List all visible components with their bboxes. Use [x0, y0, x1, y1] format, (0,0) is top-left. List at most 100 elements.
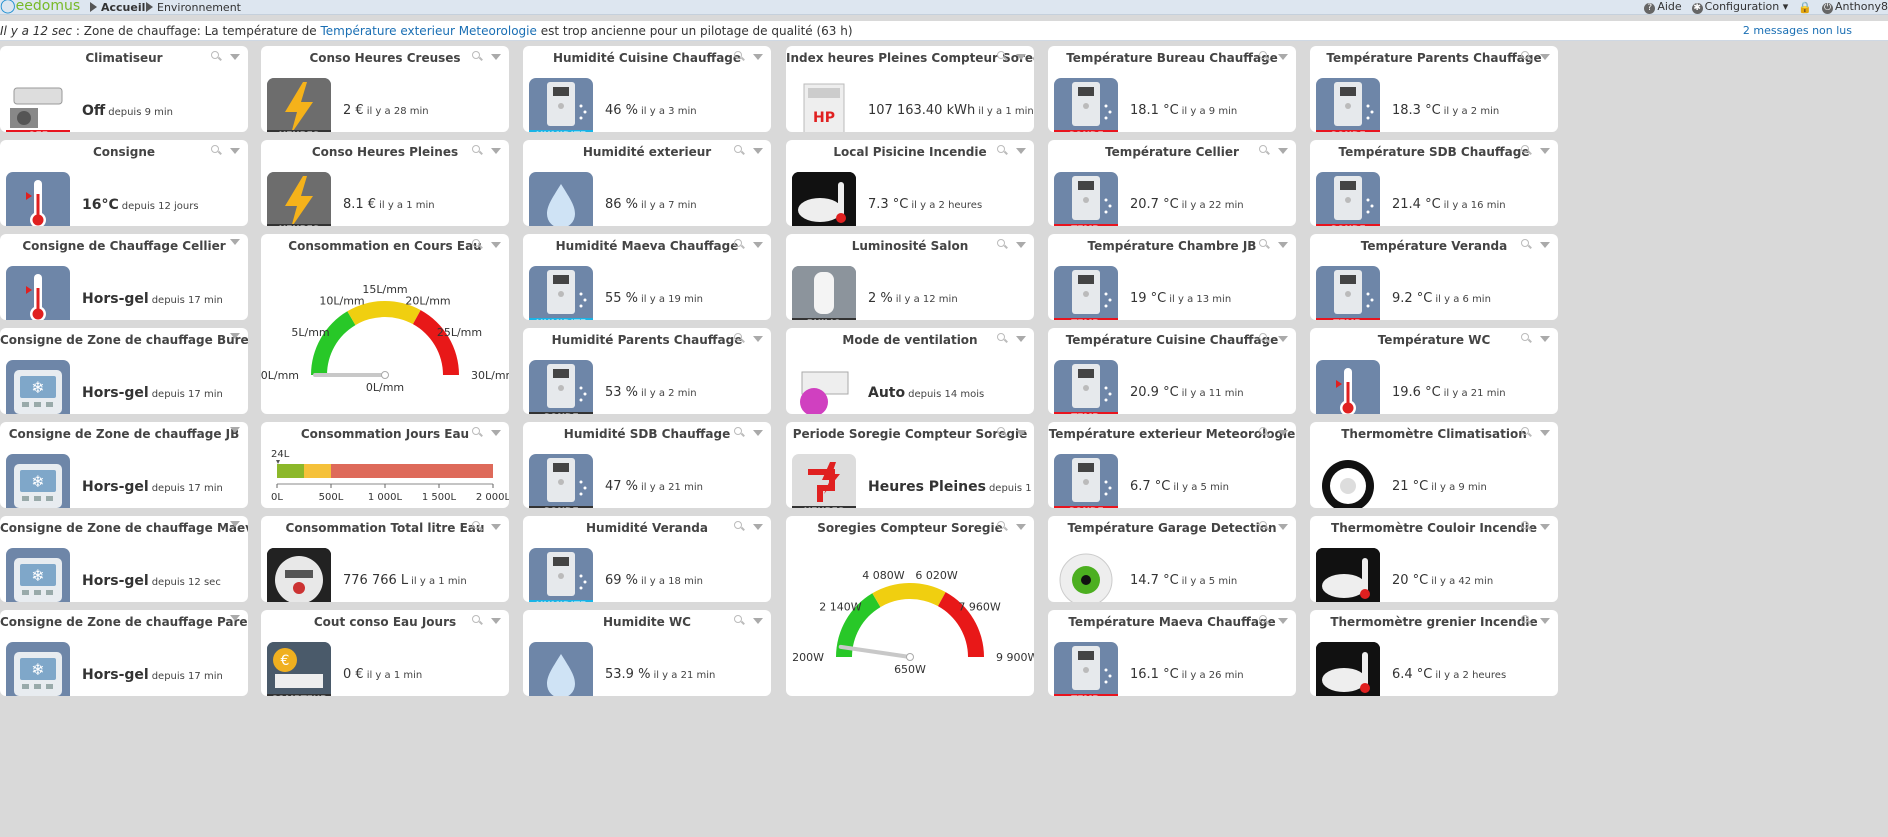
lightning-icon[interactable]: HEURES CREUSES — [267, 78, 331, 132]
device-tile-thermo-clim[interactable]: Thermomètre Climatisation 21 °C il y a 9 … — [1310, 422, 1558, 508]
sensor-icon[interactable]: SONDE TEMP. — [1054, 78, 1118, 132]
search-icon[interactable] — [734, 521, 745, 532]
chevron-down-icon[interactable] — [1016, 147, 1026, 154]
meter-hp-icon[interactable]: HP — [792, 78, 856, 132]
round-sensor-icon[interactable] — [1316, 454, 1380, 508]
device-tile-hum-ext[interactable]: Humidité exterieur 86 % il y a 7 min — [523, 140, 771, 226]
search-icon[interactable] — [1259, 427, 1270, 438]
sensor-icon[interactable]: TEMP. — [1054, 642, 1118, 696]
message-device-link[interactable]: Température exterieur Meteorologie — [321, 24, 537, 38]
device-tile-hum-wc[interactable]: Humidite WC 53.9 % il y a 21 min — [523, 610, 771, 696]
device-tile-consigne-parents[interactable]: Consigne de Zone de chauffage Parents ❄ … — [0, 610, 248, 696]
search-icon[interactable] — [1521, 521, 1532, 532]
chevron-down-icon[interactable] — [491, 53, 501, 60]
device-tile-temp-bureau[interactable]: Température Bureau Chauffage SONDE TEMP.… — [1048, 46, 1296, 132]
device-tile-mode-ventil[interactable]: Mode de ventilation Auto depuis 14 mois — [786, 328, 1034, 414]
chevron-down-icon[interactable] — [1278, 617, 1288, 624]
smoke-detector-icon[interactable] — [1316, 642, 1380, 696]
search-icon[interactable] — [472, 521, 483, 532]
euro-meter-icon[interactable]: € COMPTEUR EAU — [267, 642, 331, 696]
chevron-down-icon[interactable] — [230, 53, 240, 60]
chevron-down-icon[interactable] — [753, 335, 763, 342]
plug-icon[interactable]: HEURES PLEINES — [792, 454, 856, 508]
chevron-down-icon[interactable] — [230, 147, 240, 154]
chevron-down-icon[interactable] — [1540, 147, 1550, 154]
search-icon[interactable] — [1259, 51, 1270, 62]
device-tile-conso-hc[interactable]: Conso Heures Creuses HEURES CREUSES 2 €i… — [261, 46, 509, 132]
drop-icon[interactable] — [529, 642, 593, 696]
eedomus-logo[interactable]: ◯eedomus — [0, 0, 80, 14]
help-link[interactable]: ? Aide — [1644, 0, 1682, 14]
device-tile-consigne-maeva[interactable]: Consigne de Zone de chauffage Maeva ❄ Ho… — [0, 516, 248, 602]
sensor-icon[interactable]: SONDE HUMIDITE — [529, 360, 593, 414]
device-tile-temp-sdb[interactable]: Température SDB Chauffage SONDE TEMP. 21… — [1310, 140, 1558, 226]
chevron-down-icon[interactable] — [1016, 335, 1026, 342]
lightning-icon[interactable]: HEURES PLEINES — [267, 172, 331, 226]
chevron-down-icon[interactable] — [230, 427, 240, 433]
water-meter-icon[interactable] — [267, 548, 331, 602]
search-icon[interactable] — [1521, 615, 1532, 626]
sensor-icon[interactable]: HUMIDITE — [529, 548, 593, 602]
device-tile-consigne[interactable]: Consigne 16°C depuis 12 jours — [0, 140, 248, 226]
aircon-icon[interactable]: OFF — [6, 78, 70, 132]
gauge-tile-soregie[interactable]: Soregies Compteur Soregie 200W 2 140W 4 08… — [786, 516, 1034, 696]
search-icon[interactable] — [1259, 239, 1270, 250]
sensor-icon[interactable]: SONDE HUMIDITE — [529, 454, 593, 508]
device-tile-temp-parents[interactable]: Température Parents Chauffage SONDE TEMP… — [1310, 46, 1558, 132]
chevron-down-icon[interactable] — [753, 241, 763, 248]
device-tile-hum-parents[interactable]: Humidité Parents Chauffage SONDE HUMIDIT… — [523, 328, 771, 414]
device-tile-conso-total-eau[interactable]: Consommation Total litre Eau 776 766 Lil… — [261, 516, 509, 602]
sensor-icon[interactable]: TEMP. — [1054, 266, 1118, 320]
chevron-down-icon[interactable] — [753, 147, 763, 154]
configuration-menu[interactable]: ✱ Configuration ▾ — [1691, 0, 1788, 14]
sensor-icon[interactable]: SONDE TEMP. — [1316, 78, 1380, 132]
search-icon[interactable] — [472, 145, 483, 156]
device-tile-temp-ext[interactable]: Température exterieur Meteorologie SONDE… — [1048, 422, 1296, 508]
device-tile-hum-sdb[interactable]: Humidité SDB Chauffage SONDE HUMIDITE 47… — [523, 422, 771, 508]
chevron-down-icon[interactable] — [753, 523, 763, 530]
thermometer-icon[interactable] — [6, 266, 70, 320]
chevron-down-icon[interactable] — [1540, 335, 1550, 342]
search-icon[interactable] — [734, 427, 745, 438]
device-tile-hum-maeva[interactable]: Humidité Maeva Chauffage HUMIDITE 55 %il… — [523, 234, 771, 320]
device-tile-thermo-couloir[interactable]: Thermomètre Couloir Incendie 20 °C il y a… — [1310, 516, 1558, 602]
search-icon[interactable] — [1259, 333, 1270, 344]
chevron-down-icon[interactable] — [753, 617, 763, 624]
search-icon[interactable] — [997, 333, 1008, 344]
search-icon[interactable] — [997, 145, 1008, 156]
chevron-down-icon[interactable] — [230, 239, 240, 245]
sensor-icon[interactable]: SONDE TEMP. — [1054, 454, 1118, 508]
search-icon[interactable] — [1259, 615, 1270, 626]
chevron-down-icon[interactable] — [1016, 241, 1026, 248]
chevron-down-icon[interactable] — [1540, 523, 1550, 530]
search-icon[interactable] — [997, 427, 1008, 438]
search-icon[interactable] — [472, 51, 483, 62]
thermostat-icon[interactable]: ❄ — [6, 642, 70, 696]
chevron-down-icon[interactable] — [491, 523, 501, 530]
search-icon[interactable] — [734, 51, 745, 62]
smoke-detector-icon[interactable] — [1316, 548, 1380, 602]
device-tile-temp-veranda[interactable]: Température Veranda TEMP. 9.2 °Cil y a 6… — [1310, 234, 1558, 320]
chevron-down-icon[interactable] — [1278, 147, 1288, 154]
device-tile-climatiseur[interactable]: Climatiseur OFF Offdepuis 9 min — [0, 46, 248, 132]
search-icon[interactable] — [734, 615, 745, 626]
user-menu[interactable]: ⏻ Anthony8 — [1822, 0, 1888, 14]
sensor-icon[interactable]: TEMP. — [1054, 360, 1118, 414]
thermometer-icon[interactable] — [6, 172, 70, 226]
chevron-down-icon[interactable] — [753, 429, 763, 436]
chevron-down-icon[interactable] — [1540, 429, 1550, 436]
device-tile-temp-maeva[interactable]: Température Maeva Chauffage TEMP. 16.1 °… — [1048, 610, 1296, 696]
sensor-icon[interactable]: HUMIDITE — [529, 266, 593, 320]
sensor-icon[interactable]: TEMP. — [1054, 172, 1118, 226]
device-tile-local-piscine[interactable]: Local Pisicine Incendie 7.3 °C il y a 2 h… — [786, 140, 1034, 226]
unread-messages-link[interactable]: 2 messages non lus — [1743, 21, 1852, 40]
device-tile-luminosite[interactable]: Luminosité Salon PHILIO 2 %il y a 12 min — [786, 234, 1034, 320]
device-tile-index-hp[interactable]: Index heures Pleines Compteur Soregie HP… — [786, 46, 1034, 132]
device-tile-hum-cuisine[interactable]: Humidité Cuisine Chauffage HUMIDITE 46 %… — [523, 46, 771, 132]
search-icon[interactable] — [1521, 239, 1532, 250]
device-tile-temp-garage[interactable]: Température Garage Detection 14.7 °C il y… — [1048, 516, 1296, 602]
chevron-down-icon[interactable] — [1016, 53, 1026, 60]
lock-icon[interactable]: 🔒 — [1798, 1, 1812, 14]
gauge-tile-eau[interactable]: Consommation en Cours Eau 0L/mm 5L/mm 10L/… — [261, 234, 509, 414]
device-tile-consigne-jb[interactable]: Consigne de Zone de chauffage JB ❄ Hors-… — [0, 422, 248, 508]
